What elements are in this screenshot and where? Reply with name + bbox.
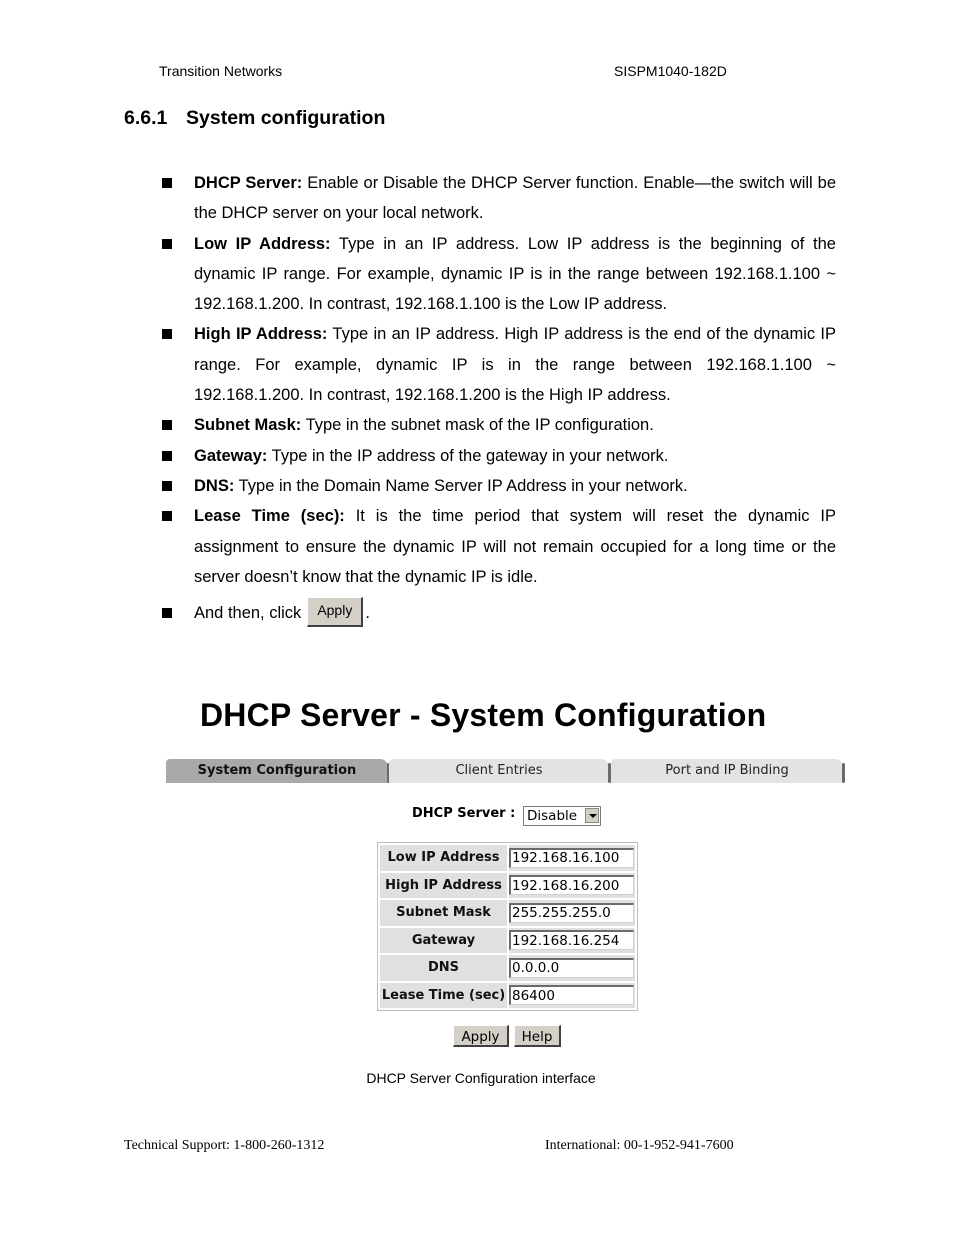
bullet-dhcp-server: DHCP Server: Enable or Disable the DHCP … [160, 168, 836, 229]
ip-config-table: Low IP Address High IP Address Subnet Ma… [377, 842, 638, 1011]
bullet-lease-time: Lease Time (sec): It is the time period … [160, 501, 836, 592]
tab-divider [842, 763, 845, 783]
dhcp-server-selected-value: Disable [527, 808, 578, 824]
subnet-mask-input[interactable] [509, 902, 634, 923]
bullet-list: DHCP Server: Enable or Disable the DHCP … [160, 168, 836, 629]
bullet-term: Low IP Address: [194, 234, 331, 253]
tab-client-entries[interactable]: Client Entries [389, 759, 611, 783]
table-row: Gateway [380, 927, 635, 953]
low-ip-label: Low IP Address [380, 845, 507, 871]
lease-time-input[interactable] [509, 985, 634, 1006]
tab-bar: System Configuration Client Entries Port… [166, 759, 846, 784]
bullet-square-icon [162, 511, 172, 522]
tab-label: Client Entries [455, 763, 543, 778]
dhcp-server-select[interactable]: Disable [523, 806, 601, 826]
tab-system-configuration[interactable]: System Configuration [166, 759, 390, 783]
tab-label: Port and IP Binding [665, 763, 789, 778]
tab-port-ip-binding[interactable]: Port and IP Binding [611, 759, 845, 783]
high-ip-label: High IP Address [380, 872, 507, 898]
footer-international: International: 00-1-952-941-7600 [545, 1138, 734, 1153]
bullet-term: DHCP Server: [194, 174, 303, 192]
figure-caption: DHCP Server Configuration interface [366, 1070, 596, 1086]
table-row: Lease Time (sec) [380, 982, 635, 1008]
bullet-term: High IP Address: [194, 325, 328, 344]
bullet-term: Gateway: [194, 446, 268, 465]
page-header-model: SISPM1040-182D [614, 63, 727, 79]
bullet-square-icon [162, 238, 172, 249]
bullet-square-icon [162, 608, 172, 619]
dns-input[interactable] [509, 957, 634, 978]
subnet-mask-label: Subnet Mask [380, 900, 507, 926]
bullet-term: Subnet Mask: [194, 416, 302, 435]
lease-time-label: Lease Time (sec) [380, 982, 507, 1008]
final-step-text: And then, click [194, 604, 302, 623]
section-number: 6.6.1 [124, 107, 168, 129]
gateway-label: Gateway [380, 927, 507, 953]
bullet-square-icon [162, 480, 172, 491]
bullet-square-icon [162, 420, 172, 431]
final-step-suffix: . [365, 604, 370, 623]
dropdown-arrow-icon[interactable] [585, 808, 599, 823]
bullet-final-step: And then, click Apply. [160, 596, 836, 629]
footer-support: Technical Support: 1-800-260-1312 [124, 1138, 325, 1153]
bullet-dns: DNS: Type in the Domain Name Server IP A… [160, 471, 836, 501]
bullet-term: DNS: [194, 476, 235, 495]
inline-apply-button-image: Apply [307, 596, 364, 627]
low-ip-input[interactable] [509, 847, 634, 868]
bullet-subnet-mask: Subnet Mask: Type in the subnet mask of … [160, 410, 836, 440]
bullet-square-icon [162, 450, 172, 461]
dns-label: DNS [380, 955, 507, 981]
bullet-square-icon [162, 178, 172, 188]
tab-label: System Configuration [197, 763, 357, 778]
dhcp-page-title: DHCP Server - System Configuration [200, 697, 767, 733]
section-title: System configuration [186, 107, 386, 129]
bullet-text: Type in the subnet mask of the IP config… [301, 416, 654, 435]
apply-button[interactable]: Apply [453, 1025, 509, 1047]
bullet-term: Lease Time (sec): [194, 507, 345, 526]
table-row: Subnet Mask [380, 900, 635, 926]
bullet-square-icon [162, 329, 172, 340]
help-button[interactable]: Help [514, 1025, 561, 1047]
high-ip-input[interactable] [509, 875, 634, 896]
dhcp-server-label: DHCP Server : [412, 806, 516, 821]
bullet-text: Type in the Domain Name Server IP Addres… [234, 476, 688, 495]
table-row: Low IP Address [380, 845, 635, 871]
bullet-low-ip: Low IP Address: Type in an IP address. L… [160, 229, 836, 320]
bullet-text: Type in the IP address of the gateway in… [267, 446, 669, 465]
gateway-input[interactable] [509, 930, 634, 951]
bullet-gateway: Gateway: Type in the IP address of the g… [160, 441, 836, 471]
table-row: High IP Address [380, 872, 635, 898]
table-row: DNS [380, 955, 635, 981]
page-header-company: Transition Networks [159, 63, 283, 79]
section-heading: 6.6.1 System configuration [124, 107, 385, 130]
bullet-high-ip: High IP Address: Type in an IP address. … [160, 319, 836, 410]
